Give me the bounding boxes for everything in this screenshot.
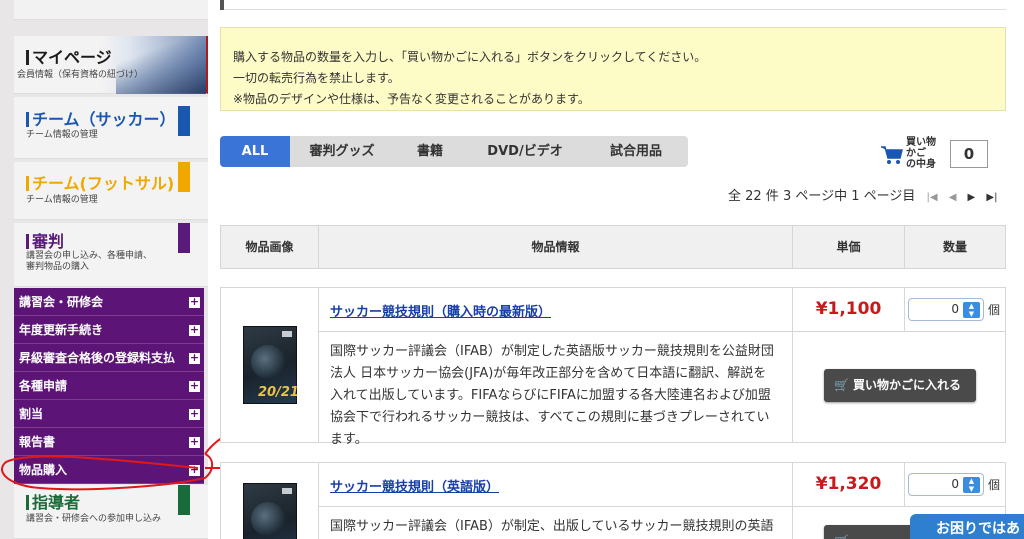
last-page-icon[interactable]: ▶| [986, 192, 997, 203]
cart-icon: 🛒 [834, 525, 849, 539]
sidebar-team-soccer-card[interactable]: チーム（サッカー） チーム情報の管理 [14, 97, 208, 159]
sidebar-referee-card[interactable]: 審判 講習会の申し込み、各種申請、 審判物品の購入 [14, 223, 208, 287]
referee-ribbon-icon [178, 223, 190, 259]
add-to-cart-button[interactable]: 🛒 買い物かごに入れる [824, 369, 976, 402]
menu-item-reports[interactable]: 報告書 + [14, 428, 204, 456]
coach-ribbon-icon [178, 485, 190, 521]
product-image[interactable] [243, 483, 297, 539]
product-name-cell: サッカー競技規則（英語版） [319, 463, 793, 507]
product-price: ¥1,100 [793, 288, 905, 332]
sidebar-team-soccer-title: チーム（サッカー） [26, 111, 176, 129]
product-price: ¥1,320 [793, 463, 905, 507]
menu-item-training[interactable]: 講習会・研修会 + [14, 288, 204, 316]
stepper-arrows-icon[interactable]: ▲ ▼ [963, 302, 980, 318]
mypage-banner-decoration [116, 36, 206, 94]
top-panel-edge [220, 0, 1006, 10]
menu-item-applications[interactable]: 各種申請 + [14, 372, 204, 400]
sidebar-team-soccer-sub: チーム情報の管理 [26, 130, 98, 140]
cart-icon [881, 145, 903, 164]
sidebar-mypage-sub: 会員情報（保有資格の紐づけ） [17, 70, 144, 80]
col-header-image: 物品画像 [221, 226, 319, 268]
referee-submenu: 講習会・研修会 + 年度更新手続き + 昇級審査合格後の登録料支払 + 各種申請 + 割… [14, 288, 204, 484]
sidebar-referee-title: 審判 [26, 233, 64, 251]
cart-label: 買い物かご の中身 [906, 137, 936, 170]
col-header-qty: 数量 [942, 240, 967, 254]
menu-item-assignment[interactable]: 割当 + [14, 400, 204, 428]
sidebar-team-futsal-sub: チーム情報の管理 [26, 195, 98, 205]
sidebar-coach-title: 指導者 [26, 494, 80, 512]
plus-icon: + [189, 295, 200, 308]
product-name-link[interactable]: サッカー競技規則（購入時の最新版） [330, 305, 551, 320]
product-name-link[interactable]: サッカー競技規則（英語版） [330, 480, 499, 495]
product-description: 国際サッカー評議会（IFAB）が制定、出版しているサッカー競技規則の英語 [319, 507, 793, 539]
cart-widget[interactable]: 買い物かご の中身 0 [880, 137, 988, 170]
qty-unit: 個 [988, 478, 1001, 492]
sidebar: マイページ 会員情報（保有資格の紐づけ） チーム（サッカー） チーム情報の管理 … [0, 0, 208, 539]
sidebar-referee-sub: 講習会の申し込み、各種申請、 審判物品の購入 [26, 251, 153, 272]
help-chat-button[interactable]: お困りではあ [910, 514, 1024, 539]
pagination: 全 22 件 3 ページ中 1 ページ目 |◀ ◀ ▶ ▶| [728, 185, 997, 204]
tab-dvd-video[interactable]: DVD/ビデオ [466, 136, 584, 167]
menu-item-goods-purchase[interactable]: 物品購入 + [14, 456, 204, 484]
tab-all[interactable]: ALL [220, 136, 290, 167]
next-page-icon[interactable]: ▶ [968, 192, 976, 203]
plus-icon: + [189, 435, 200, 448]
table-header: 物品画像 物品情報 単価 数量 [220, 225, 1006, 269]
quantity-stepper[interactable]: 0 ▲ ▼ [908, 298, 984, 321]
cart-count: 0 [950, 139, 988, 168]
product-image-cell [221, 463, 319, 539]
sidebar-mypage-card[interactable]: マイページ 会員情報（保有資格の紐づけ） [14, 36, 208, 94]
sidebar-team-futsal-card[interactable]: チーム(フットサル) チーム情報の管理 [14, 162, 208, 220]
instruction-notice: 購入する物品の数量を入力し、「買い物かごに入れる」ボタンをクリックしてください。… [220, 27, 1006, 111]
first-page-icon[interactable]: |◀ [927, 192, 938, 203]
plus-icon: + [189, 407, 200, 420]
col-header-info: 物品情報 [319, 226, 793, 268]
plus-icon: + [189, 463, 200, 476]
sidebar-top-item[interactable] [14, 0, 208, 20]
soccer-ribbon-icon [178, 106, 190, 142]
qty-unit: 個 [988, 303, 1001, 317]
col-header-price: 単価 [793, 226, 905, 268]
product-row: サッカー競技規則（英語版） ¥1,320 0 ▲ ▼ 個 国際サッカー評議会（IF… [220, 462, 1006, 539]
notice-line-3: ※物品のデザインや仕様は、予告なく変更されることがあります。 [233, 92, 590, 106]
product-qty-cell: 0 ▲ ▼ 個 [905, 463, 1005, 507]
plus-icon: + [189, 351, 200, 364]
sidebar-coach-sub: 講習会・研修会への参加申し込み [26, 514, 162, 524]
product-name-cell: サッカー競技規則（購入時の最新版） [319, 288, 793, 332]
quantity-stepper[interactable]: 0 ▲ ▼ [908, 473, 984, 496]
plus-icon: + [189, 379, 200, 392]
cart-icon: 🛒 [834, 378, 849, 392]
futsal-ribbon-icon [178, 162, 190, 198]
menu-item-promotion-fee[interactable]: 昇級審査合格後の登録料支払 + [14, 344, 204, 372]
page: マイページ 会員情報（保有資格の紐づけ） チーム（サッカー） チーム情報の管理 … [0, 0, 1024, 539]
pagination-summary: 全 22 件 3 ページ中 1 ページ目 [728, 189, 916, 204]
product-row: 20/21 サッカー競技規則（購入時の最新版） ¥1,100 0 ▲ ▼ 個 国際… [220, 287, 1006, 447]
tab-match-goods[interactable]: 試合用品 [584, 136, 688, 167]
sidebar-mypage-title: マイページ [26, 49, 112, 67]
notice-line-2: 一切の転売行為を禁止します。 [233, 71, 400, 85]
product-image[interactable]: 20/21 [243, 326, 299, 404]
sidebar-coach-card[interactable]: 指導者 講習会・研修会への参加申し込み [14, 485, 208, 539]
stepper-arrows-icon[interactable]: ▲ ▼ [963, 477, 980, 493]
prev-page-icon[interactable]: ◀ [949, 192, 957, 203]
plus-icon: + [189, 323, 200, 336]
menu-item-annual-renewal[interactable]: 年度更新手続き + [14, 316, 204, 344]
tab-referee-goods[interactable]: 審判グッズ [290, 136, 394, 167]
sidebar-team-futsal-title: チーム(フットサル) [26, 175, 174, 193]
tab-books[interactable]: 書籍 [394, 136, 466, 167]
notice-line-1: 購入する物品の数量を入力し、「買い物かごに入れる」ボタンをクリックしてください。 [233, 50, 707, 64]
product-qty-cell: 0 ▲ ▼ 個 [905, 288, 1005, 332]
main-content: 購入する物品の数量を入力し、「買い物かごに入れる」ボタンをクリックしてください。… [220, 0, 1024, 539]
product-description: 国際サッカー評議会（IFAB）が制定した英語版サッカー競技規則を公益財団 法人 … [319, 332, 793, 447]
product-image-cell: 20/21 [221, 288, 319, 442]
category-tabs: ALL 審判グッズ 書籍 DVD/ビデオ 試合用品 [220, 136, 688, 167]
